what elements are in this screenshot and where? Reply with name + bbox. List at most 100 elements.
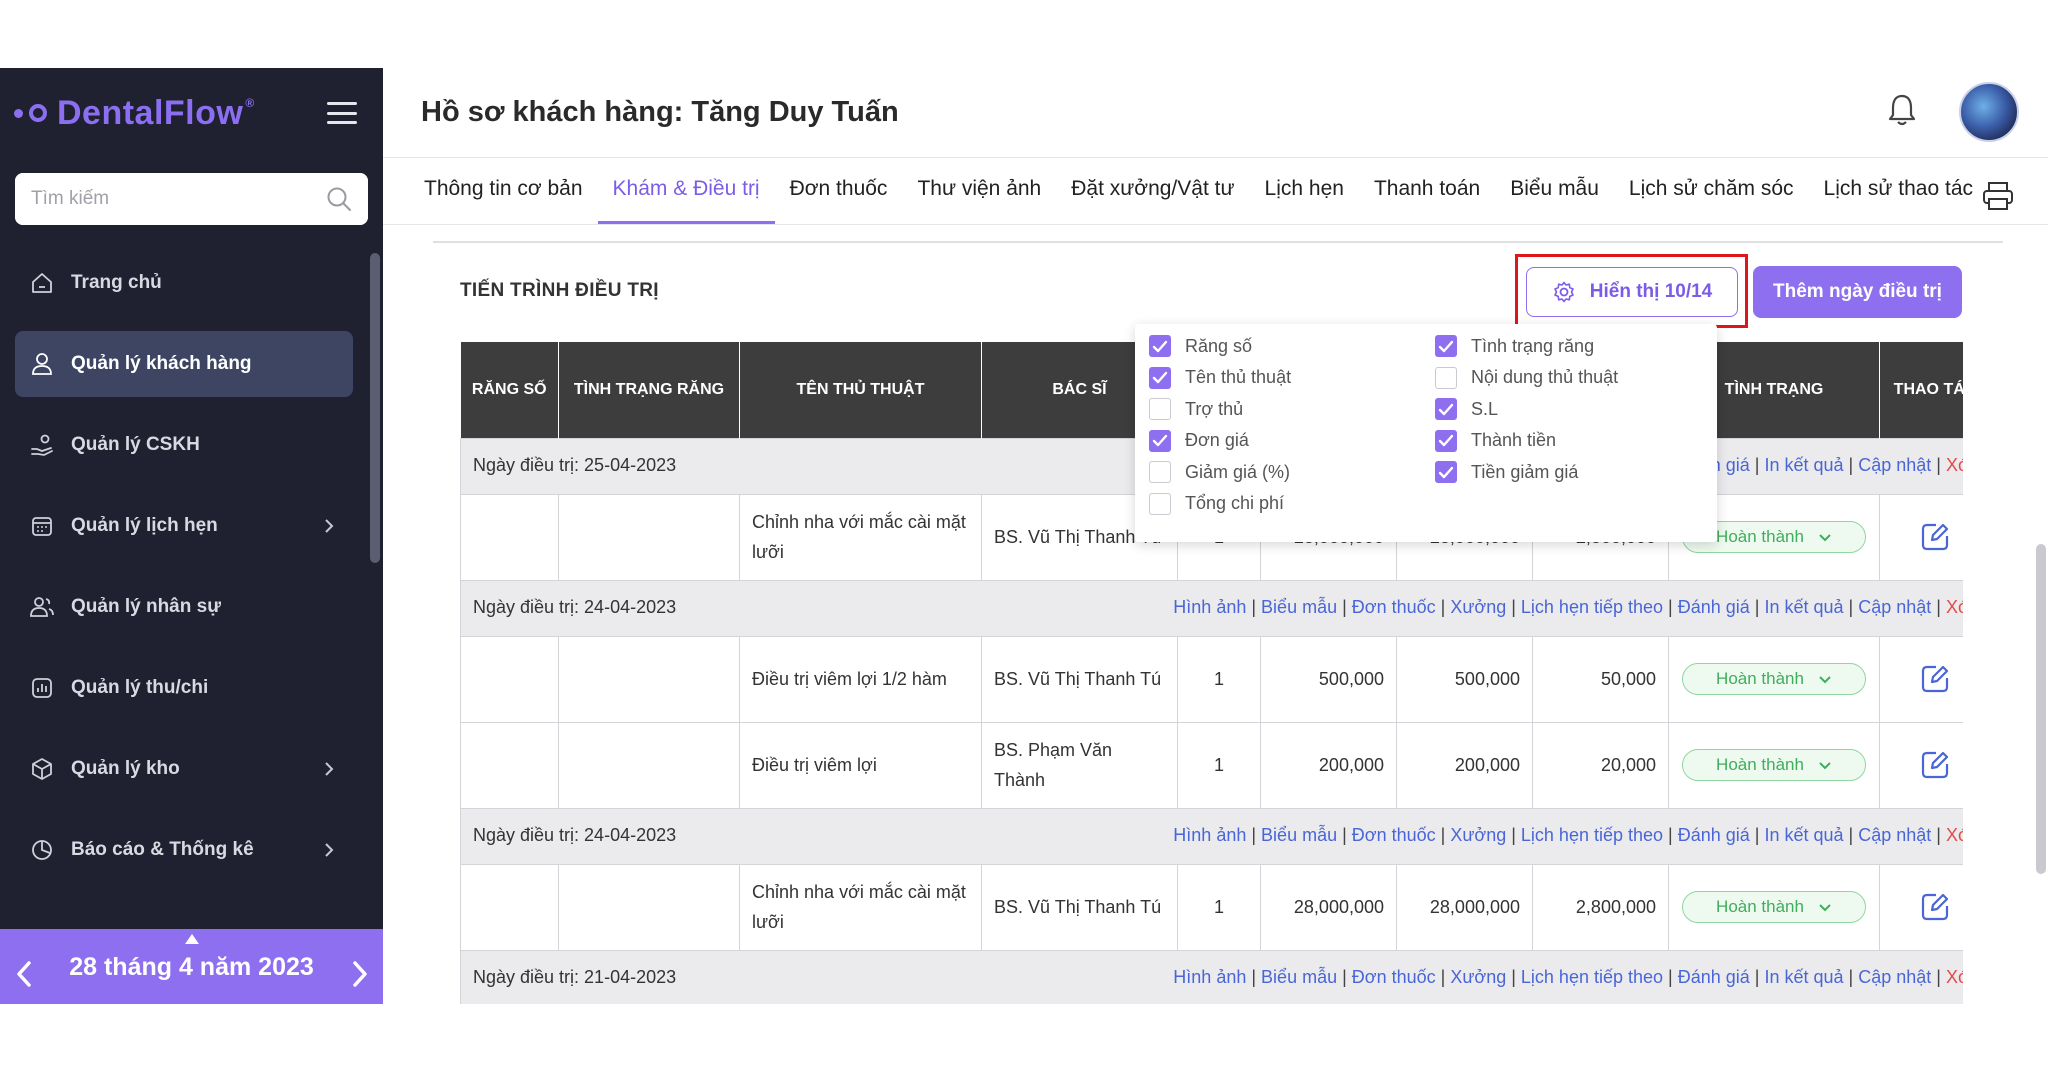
tab-10[interactable]: Lịch sử thao tác (1809, 158, 1988, 224)
column-option[interactable]: Răng số (1149, 335, 1252, 357)
row-action-link[interactable]: Đánh giá (1678, 597, 1750, 617)
checkbox-checked-icon[interactable] (1149, 429, 1171, 452)
row-action-link[interactable]: Đánh giá (1678, 825, 1750, 845)
row-action-link[interactable]: Xóa (1946, 455, 1963, 475)
edit-icon[interactable] (1918, 890, 1952, 924)
edit-icon[interactable] (1918, 520, 1952, 554)
row-action-link[interactable]: Biểu mẫu (1261, 967, 1337, 987)
row-action-link[interactable]: Hình ảnh (1173, 597, 1246, 617)
bell-icon[interactable] (1886, 92, 1918, 128)
row-action-link[interactable]: In kết quả (1764, 967, 1843, 987)
sidebar-scrollbar[interactable] (370, 253, 380, 563)
column-option[interactable]: Giảm giá (%) (1149, 461, 1290, 483)
tab-1[interactable]: Thông tin cơ bản (409, 158, 598, 224)
row-action-link[interactable]: Đánh giá (1678, 967, 1750, 987)
sidebar-item-4[interactable]: Quản lý lịch hẹn (15, 493, 353, 559)
column-option[interactable]: Tình trạng răng (1435, 335, 1594, 357)
row-action-link[interactable]: Biểu mẫu (1261, 825, 1337, 845)
row-action-link[interactable]: Lịch hẹn tiếp theo (1521, 967, 1663, 987)
column-option[interactable]: S.L (1435, 398, 1498, 420)
action-cell (1879, 863, 1963, 951)
tab-5[interactable]: Đặt xưởng/Vật tư (1056, 158, 1249, 224)
sidebar-item-2[interactable]: Quản lý khách hàng (15, 331, 353, 397)
logo: DentalFlow ® (14, 90, 255, 136)
row-action-link[interactable]: Lịch hẹn tiếp theo (1521, 825, 1663, 845)
tab-8[interactable]: Biểu mẫu (1495, 158, 1614, 224)
row-action-link[interactable]: Xưởng (1450, 967, 1506, 987)
column-display-button[interactable]: Hiển thị 10/14 (1526, 267, 1738, 317)
row-action-link[interactable]: Đơn thuốc (1352, 967, 1436, 987)
search-input[interactable] (15, 173, 368, 225)
search-icon[interactable] (326, 186, 352, 212)
column-option-label: Nội dung thủ thuật (1471, 367, 1619, 387)
sidebar-item-5[interactable]: Quản lý nhân sự (15, 574, 353, 640)
checkbox-checked-icon[interactable] (1435, 335, 1457, 357)
row-action-link[interactable]: In kết quả (1764, 455, 1843, 475)
sidebar-item-7[interactable]: Quản lý kho (15, 736, 353, 802)
row-action-link[interactable]: Cập nhật (1858, 455, 1931, 475)
row-action-link[interactable]: Xưởng (1450, 597, 1506, 617)
row-action-link[interactable]: Hình ảnh (1173, 967, 1246, 987)
checkbox-checked-icon[interactable] (1435, 429, 1457, 452)
add-treatment-day-button[interactable]: Thêm ngày điều trị (1753, 266, 1962, 318)
menu-toggle-icon[interactable] (327, 102, 357, 124)
checkbox-empty-icon[interactable] (1149, 398, 1171, 420)
chevron-down-icon (1819, 761, 1831, 769)
tab-9[interactable]: Lịch sử chăm sóc (1614, 158, 1809, 224)
sidebar-item-6[interactable]: Quản lý thu/chi (15, 655, 353, 721)
checkbox-empty-icon[interactable] (1149, 461, 1171, 483)
row-action-link[interactable]: In kết quả (1764, 597, 1843, 617)
column-option[interactable]: Tiền giảm giá (1435, 461, 1578, 483)
sidebar-item-1[interactable]: Trang chủ (15, 250, 353, 316)
checkbox-checked-icon[interactable] (1149, 366, 1171, 389)
print-icon[interactable] (1981, 180, 2015, 212)
row-action-link[interactable]: Lịch hẹn tiếp theo (1521, 597, 1663, 617)
row-action-link[interactable]: In kết quả (1764, 825, 1843, 845)
row-action-link[interactable]: Xóa (1946, 597, 1963, 617)
row-action-link[interactable]: Đơn thuốc (1352, 597, 1436, 617)
row-action-link[interactable]: Đơn thuốc (1352, 825, 1436, 845)
column-option[interactable]: Tổng chi phí (1149, 492, 1284, 515)
tab-3[interactable]: Đơn thuốc (775, 158, 903, 224)
link-separator: | (1342, 966, 1347, 987)
current-date[interactable]: 28 tháng 4 năm 2023 (50, 953, 333, 982)
row-action-link[interactable]: Xóa (1946, 825, 1963, 845)
next-date-icon[interactable] (350, 959, 370, 989)
row-action-link[interactable]: Hình ảnh (1173, 825, 1246, 845)
sidebar-item-8[interactable]: Báo cáo & Thống kê (15, 817, 353, 883)
status-select[interactable]: Hoàn thành (1682, 663, 1866, 695)
sidebar-item-3[interactable]: Quản lý CSKH (15, 412, 353, 478)
caret-up-icon[interactable] (184, 933, 200, 945)
prev-date-icon[interactable] (14, 959, 34, 989)
tab-4[interactable]: Thư viện ảnh (902, 158, 1056, 224)
avatar[interactable] (1959, 82, 2019, 142)
column-option[interactable]: Đơn giá (1149, 429, 1249, 452)
checkbox-empty-icon[interactable] (1435, 366, 1457, 389)
column-option[interactable]: Tên thủ thuật (1149, 366, 1291, 389)
edit-icon[interactable] (1918, 662, 1952, 696)
edit-icon[interactable] (1918, 748, 1952, 782)
status-select[interactable]: Hoàn thành (1682, 891, 1866, 923)
tab-6[interactable]: Lịch hẹn (1250, 158, 1359, 224)
row-action-link[interactable]: Cập nhật (1858, 967, 1931, 987)
row-action-link[interactable]: Xưởng (1450, 825, 1506, 845)
column-option[interactable]: Nội dung thủ thuật (1435, 366, 1619, 389)
page-scrollbar[interactable] (2036, 544, 2046, 874)
checkbox-empty-icon[interactable] (1149, 492, 1171, 515)
row-action-link[interactable]: Xóa (1946, 967, 1963, 987)
row-action-link[interactable]: Cập nhật (1858, 825, 1931, 845)
column-option[interactable]: Thành tiền (1435, 429, 1556, 452)
checkbox-checked-icon[interactable] (1435, 461, 1457, 483)
treatment-date-row: Ngày điều trị: 24-04-2023 Hình ảnh | Biểu m… (460, 807, 1963, 865)
row-action-link[interactable]: Biểu mẫu (1261, 597, 1337, 617)
procedure-cell: Điều trị viêm lợi 1/2 hàm (739, 635, 982, 723)
row-action-link[interactable]: Cập nhật (1858, 597, 1931, 617)
tab-2[interactable]: Khám & Điều trị (597, 158, 775, 224)
tab-7[interactable]: Thanh toán (1359, 158, 1495, 224)
status-label: Hoàn thành (1716, 669, 1804, 688)
checkbox-checked-icon[interactable] (1149, 335, 1171, 357)
status-select[interactable]: Hoàn thành (1682, 749, 1866, 781)
column-option[interactable]: Trợ thủ (1149, 398, 1243, 420)
sidebar-nav: Trang chủ Quản lý khách hàng Quản lý CSKH Q… (15, 250, 353, 898)
checkbox-checked-icon[interactable] (1435, 398, 1457, 420)
